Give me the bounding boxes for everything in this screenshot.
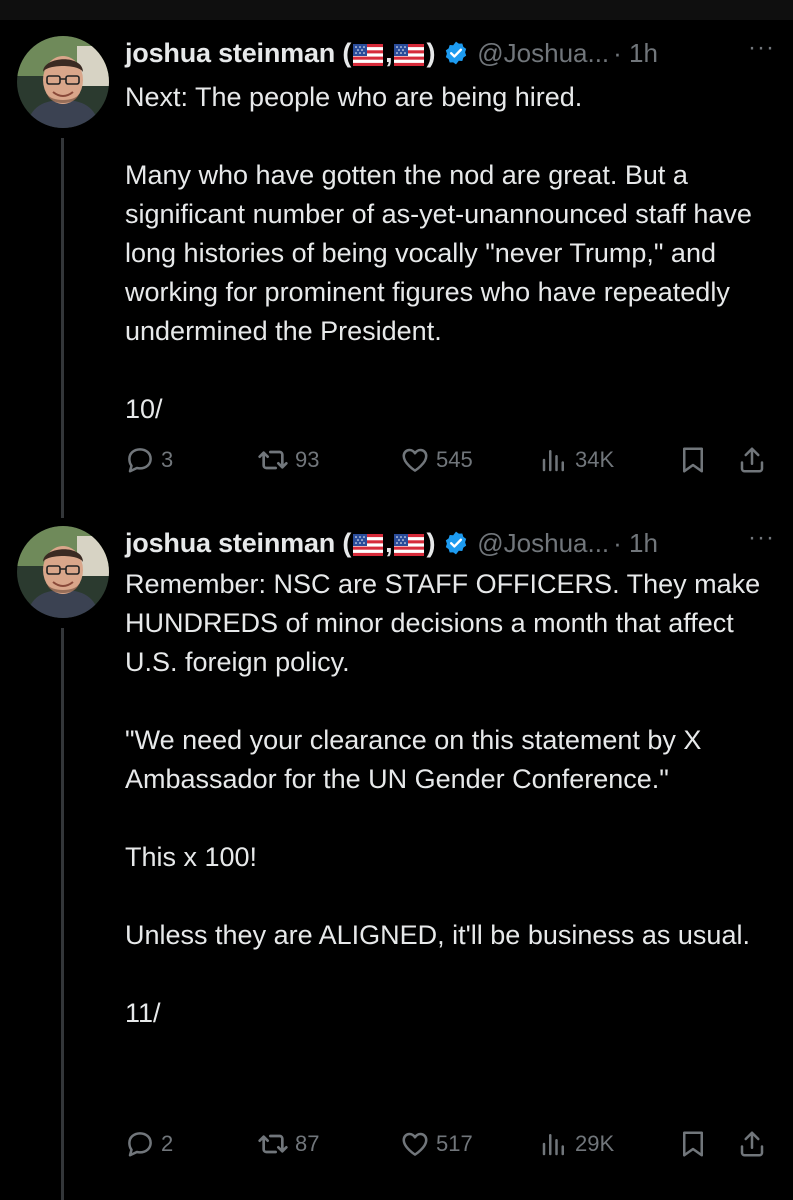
views-count: 29K [575, 1131, 615, 1156]
reply-count: 2 [161, 1131, 174, 1156]
share-icon [737, 445, 767, 475]
tweet-paragraph: Next: The people who are being hired. [125, 82, 583, 112]
us-flag-icon [353, 534, 383, 556]
tweet-header: joshua steinman (,) @Joshua... · 1h ··· [125, 33, 775, 73]
tweet-paragraph: Unless they are ALIGNED, it'll be busine… [125, 920, 750, 950]
tweet-paragraph: This x 100! [125, 842, 258, 872]
verified-badge-icon [443, 40, 469, 66]
tweet-paragraph: "We need your clearance on this statemen… [125, 725, 702, 794]
tweet-text: Remember: NSC are STAFF OFFICERS. They m… [125, 565, 775, 1033]
like-icon [400, 1129, 430, 1159]
repost-button[interactable]: 87 [257, 1124, 319, 1164]
us-flag-icon [353, 44, 383, 66]
tweet-paragraph [125, 351, 775, 390]
avatar[interactable] [17, 526, 109, 618]
tweet-paragraph: 10/ [125, 394, 163, 424]
like-count: 545 [436, 447, 473, 472]
views-icon [539, 1129, 569, 1159]
more-options-icon[interactable]: ··· [748, 518, 775, 558]
us-flag-icon [394, 534, 424, 556]
tweet-paragraph [125, 799, 775, 838]
views-count: 34K [575, 447, 615, 472]
reply-button[interactable]: 2 [125, 1124, 173, 1164]
tweet-11[interactable]: joshua steinman (,) @Joshua... · 1h ··· … [0, 520, 793, 1200]
share-button[interactable] [737, 440, 767, 480]
bookmark-button[interactable] [678, 440, 708, 480]
user-handle[interactable]: @Joshua... [477, 33, 609, 73]
display-name[interactable]: joshua steinman (,) [125, 33, 435, 73]
us-flag-icon [394, 44, 424, 66]
timestamp[interactable]: · 1h [613, 523, 658, 563]
bookmark-icon [678, 1129, 708, 1159]
thread-line [61, 628, 64, 1200]
repost-icon [257, 444, 289, 476]
reply-count: 3 [161, 447, 174, 472]
reply-icon [125, 1129, 155, 1159]
tweet-paragraph [125, 117, 775, 156]
reply-icon [125, 445, 155, 475]
bookmark-icon [678, 445, 708, 475]
tweet-paragraph: 11/ [125, 998, 161, 1028]
avatar[interactable] [17, 36, 109, 128]
like-count: 517 [436, 1131, 473, 1156]
share-icon [737, 1129, 767, 1159]
like-icon [400, 445, 430, 475]
tweet-paragraph [125, 682, 775, 721]
tweet-paragraph: Many who have gotten the nod are great. … [125, 160, 752, 346]
repost-count: 93 [295, 447, 320, 472]
like-button[interactable]: 517 [400, 1124, 473, 1164]
views-icon [539, 445, 569, 475]
tweet-paragraph [125, 877, 775, 916]
timestamp[interactable]: · 1h [613, 33, 658, 73]
tweet-text: Next: The people who are being hired. Ma… [125, 78, 775, 429]
user-handle[interactable]: @Joshua... [477, 523, 609, 563]
repost-icon [257, 1128, 289, 1160]
like-button[interactable]: 545 [400, 440, 473, 480]
reply-button[interactable]: 3 [125, 440, 173, 480]
display-name[interactable]: joshua steinman (,) [125, 523, 435, 563]
thread-line [61, 138, 64, 518]
repost-count: 87 [295, 1131, 320, 1156]
tweet-header: joshua steinman (,) @Joshua... · 1h ··· [125, 523, 775, 563]
tweet-paragraph [125, 955, 775, 994]
tweet-actions: 3 93 545 34K [125, 440, 773, 480]
views-button[interactable]: 29K [539, 1124, 614, 1164]
views-button[interactable]: 34K [539, 440, 614, 480]
share-button[interactable] [737, 1124, 767, 1164]
tweet-paragraph: Remember: NSC are STAFF OFFICERS. They m… [125, 569, 761, 677]
bookmark-button[interactable] [678, 1124, 708, 1164]
repost-button[interactable]: 93 [257, 440, 319, 480]
tweet-actions: 2 87 517 29K [125, 1124, 773, 1164]
tweet-10[interactable]: joshua steinman (,) @Joshua... · 1h ··· … [0, 0, 793, 520]
more-options-icon[interactable]: ··· [748, 28, 775, 68]
verified-badge-icon [443, 530, 469, 556]
